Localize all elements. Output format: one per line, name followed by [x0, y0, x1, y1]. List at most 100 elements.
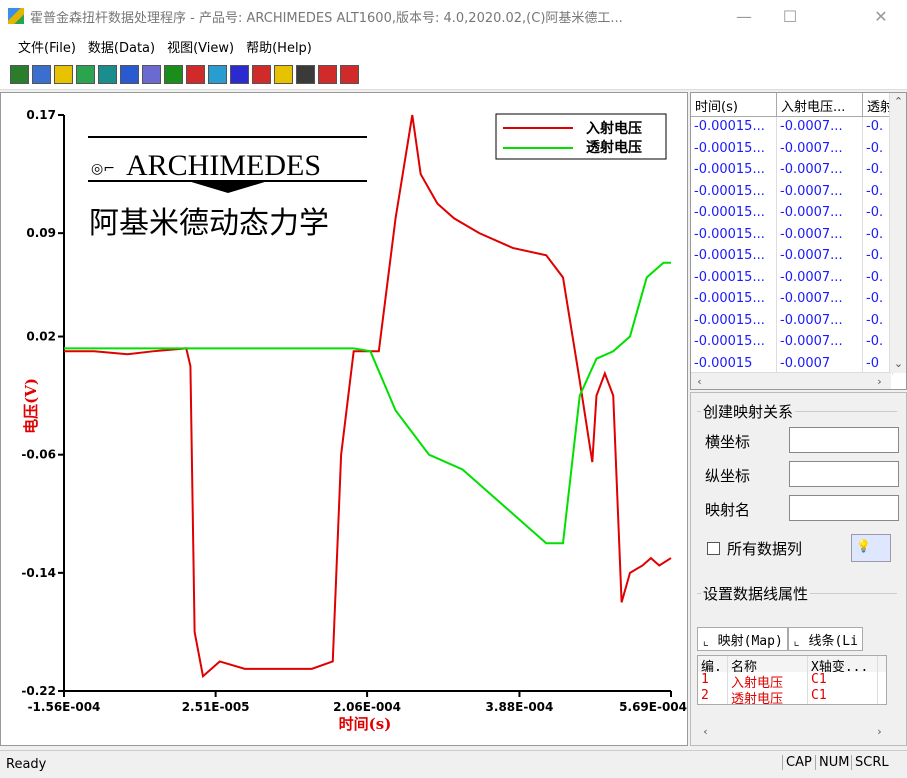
save-icon[interactable]	[54, 65, 73, 84]
lineprops-col-name[interactable]: 名称	[728, 656, 808, 672]
grid-cell: -0.00015...	[691, 310, 777, 332]
y-tick-label: 0.17	[26, 108, 56, 122]
mapping-group-title: 创建映射关系	[701, 401, 796, 422]
grid-cell: -0.0007...	[777, 289, 863, 311]
help-icon[interactable]	[274, 65, 293, 84]
grid-cell: -0.00015...	[691, 203, 777, 225]
plot-area[interactable]: ◎⌐ ARCHIMEDES 阿基米德动态力学 入射电压 透射电压 0.17 0.0…	[0, 92, 688, 746]
tab-lines[interactable]: ⌞ 线条(Li	[787, 627, 863, 651]
grid-cell: -0.00015...	[691, 267, 777, 289]
lineprops-col-x[interactable]: X轴变...	[808, 656, 878, 672]
open-icon[interactable]	[10, 65, 29, 84]
image-icon[interactable]	[32, 65, 51, 84]
table-row[interactable]: -0.00015... -0.0007... -0.	[691, 138, 906, 160]
list-item[interactable]: 1 入射电压 C1	[698, 672, 886, 688]
close-button[interactable]: ✕	[858, 0, 904, 32]
series-line-transmit	[64, 261, 671, 545]
grid-cell: -0.0007...	[777, 160, 863, 182]
x-coord-input[interactable]	[789, 427, 899, 453]
table-row[interactable]: -0.00015... -0.0007... -0.	[691, 289, 906, 311]
scroll-right-icon[interactable]: ›	[871, 373, 888, 389]
panel-scroll-right-icon[interactable]: ›	[871, 723, 888, 740]
table-row[interactable]: -0.00015... -0.0007... -0.	[691, 224, 906, 246]
close-box-icon[interactable]	[164, 65, 183, 84]
tab-map[interactable]: ⌞ 映射(Map)	[697, 627, 788, 651]
grid-rows: -0.00015... -0.0007... -0. -0.00015... -0.00…	[691, 117, 906, 375]
map-name-label: 映射名	[705, 501, 751, 519]
y-tick-label: -0.22	[21, 684, 56, 698]
axis-ticks: 0.17 0.09 0.02 -0.06 -0.14 -0.22 -1.56E-004 2.5…	[21, 108, 687, 714]
lineprops-col-id[interactable]: 编.	[698, 656, 728, 672]
lineprops-tabs: ⌞ 映射(Map) ⌞ 线条(Li	[697, 627, 897, 651]
logo-arrow-icon	[188, 181, 268, 193]
lineprops-cell-x: C1	[808, 672, 878, 688]
data-grid[interactable]: 时间(s) 入射电压... 透射 -0.00015... -0.0007... -0…	[690, 92, 907, 390]
y-tick-label: 0.02	[26, 330, 56, 344]
grid-cell: -0.0007...	[777, 267, 863, 289]
lineprops-cell-name: 透射电压	[728, 688, 808, 704]
properties-panel: 创建映射关系 横坐标 纵坐标 映射名 所有数据列 💡 设置数据线属性 ⌞ 映射(…	[690, 392, 907, 746]
caps-indicator: CAP	[782, 755, 815, 770]
table-row[interactable]: -0.00015... -0.0007... -0.	[691, 332, 906, 354]
grid-header: 时间(s) 入射电压... 透射	[691, 93, 906, 117]
grid-header-time[interactable]: 时间(s)	[691, 93, 777, 116]
grid-cell: -0.0007...	[777, 246, 863, 268]
table-row[interactable]: -0.00015... -0.0007... -0.	[691, 181, 906, 203]
grid-header-incident[interactable]: 入射电压...	[777, 93, 863, 116]
menu-data[interactable]: 数据(Data)	[82, 35, 161, 58]
x-tick-label: 2.06E-004	[333, 700, 401, 714]
refresh-icon[interactable]	[76, 65, 95, 84]
chart-icon[interactable]	[98, 65, 117, 84]
panel-scroll-left-icon[interactable]: ‹	[697, 723, 714, 740]
all-columns-checkbox[interactable]	[707, 542, 720, 555]
flag2-icon[interactable]	[340, 65, 359, 84]
globe-icon[interactable]	[208, 65, 227, 84]
x-tick-label: 3.88E-004	[486, 700, 554, 714]
y-coord-input[interactable]	[789, 461, 899, 487]
maximize-button[interactable]: ☐	[767, 0, 813, 32]
menu-view[interactable]: 视图(View)	[161, 35, 240, 58]
grid-cell: -0.00015...	[691, 246, 777, 268]
menu-help[interactable]: 帮助(Help)	[240, 35, 318, 58]
eye-icon[interactable]	[186, 65, 205, 84]
menu-bar: 文件(File) 数据(Data) 视图(View) 帮助(Help)	[0, 32, 907, 60]
lineprops-cell-id: 1	[698, 672, 728, 688]
scroll-left-icon[interactable]: ‹	[691, 373, 708, 389]
grid-cell: -0.0007...	[777, 224, 863, 246]
edit-icon[interactable]	[296, 65, 315, 84]
stop-icon[interactable]	[252, 65, 271, 84]
map-name-input[interactable]	[789, 495, 899, 521]
minimize-button[interactable]: —	[721, 0, 767, 32]
grid-cell: -0.00015...	[691, 181, 777, 203]
grid-vertical-scrollbar[interactable]: ⌃ ⌄	[889, 93, 906, 373]
window-icon[interactable]	[142, 65, 161, 84]
menu-file[interactable]: 文件(File)	[12, 35, 82, 58]
x-tick-label: 2.51E-005	[182, 700, 250, 714]
lineprops-grid[interactable]: 编. 名称 X轴变... 1 入射电压 C1 2 透射电压 C1	[697, 655, 887, 705]
table-row[interactable]: -0.00015... -0.0007... -0.	[691, 267, 906, 289]
table-row[interactable]: -0.00015... -0.0007... -0.	[691, 310, 906, 332]
y-coord-label: 纵坐标	[705, 467, 751, 485]
logo-mark-icon: ◎⌐	[91, 161, 115, 177]
logo-subtitle: 阿基米德动态力学	[89, 206, 329, 241]
table-row[interactable]: -0.00015... -0.0007... -0.	[691, 203, 906, 225]
grid-cell: -0.0007...	[777, 310, 863, 332]
grid-cell: -0.00015...	[691, 224, 777, 246]
create-mapping-button[interactable]: 💡	[851, 534, 891, 562]
table-row[interactable]: -0.00015... -0.0007... -0.	[691, 246, 906, 268]
grid-cell: -0.00015...	[691, 138, 777, 160]
table-row[interactable]: -0.00015... -0.0007... -0.	[691, 160, 906, 182]
scroll-down-icon[interactable]: ⌄	[890, 355, 906, 372]
display-icon[interactable]	[120, 65, 139, 84]
num-indicator: NUM	[815, 755, 852, 770]
list-item[interactable]: 2 透射电压 C1	[698, 688, 886, 704]
grid-cell: -0.0007...	[777, 138, 863, 160]
grid-cell: -0.0007...	[777, 117, 863, 139]
list-icon[interactable]	[230, 65, 249, 84]
grid-horizontal-scrollbar[interactable]: ‹ ›	[691, 372, 891, 389]
grid-cell: -0.0007...	[777, 181, 863, 203]
table-row[interactable]: -0.00015... -0.0007... -0.	[691, 117, 906, 139]
legend-label-incident: 入射电压	[586, 120, 642, 137]
scroll-up-icon[interactable]: ⌃	[890, 93, 906, 110]
flag-icon[interactable]	[318, 65, 337, 84]
